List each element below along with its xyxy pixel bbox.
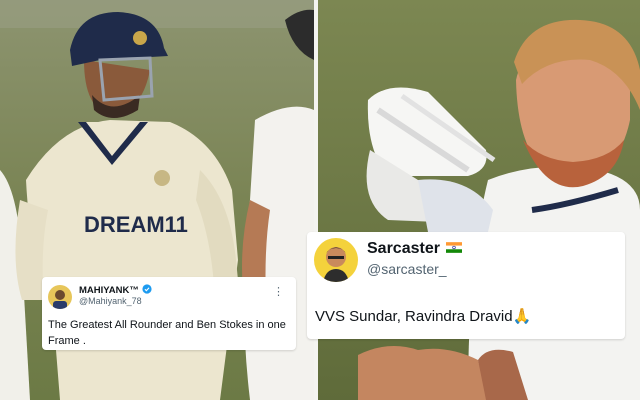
right-photo-panel	[318, 0, 640, 400]
display-name-text: Sarcaster	[367, 240, 440, 257]
more-options-icon[interactable]: ⋮	[273, 285, 284, 298]
tweet-card-sarcaster[interactable]: Sarcaster @sarcaster_ VVS Sundar, Ravind…	[307, 232, 625, 339]
verified-badge-icon	[142, 284, 152, 294]
avatar-image	[314, 238, 358, 282]
avatar[interactable]	[48, 285, 72, 309]
tweet-text: The Greatest All Rounder and Ben Stokes …	[48, 319, 286, 347]
right-photo	[318, 0, 640, 400]
handle[interactable]: @sarcaster_	[367, 261, 447, 277]
display-name[interactable]: MAHIYANK™	[79, 284, 152, 296]
display-name[interactable]: Sarcaster	[367, 240, 462, 258]
jersey-text: DREAM11	[84, 212, 188, 237]
tweet-text: VVS Sundar, Ravindra Dravid🙏	[315, 308, 532, 325]
display-name-text: MAHIYANK™	[79, 285, 139, 296]
tweet-card-mahiyank[interactable]: MAHIYANK™ @Mahiyank_78 ⋮ The Greatest Al…	[42, 277, 296, 350]
india-flag-icon	[445, 242, 462, 253]
avatar-image	[48, 285, 72, 309]
handle[interactable]: @Mahiyank_78	[79, 296, 142, 306]
avatar[interactable]	[314, 238, 358, 282]
